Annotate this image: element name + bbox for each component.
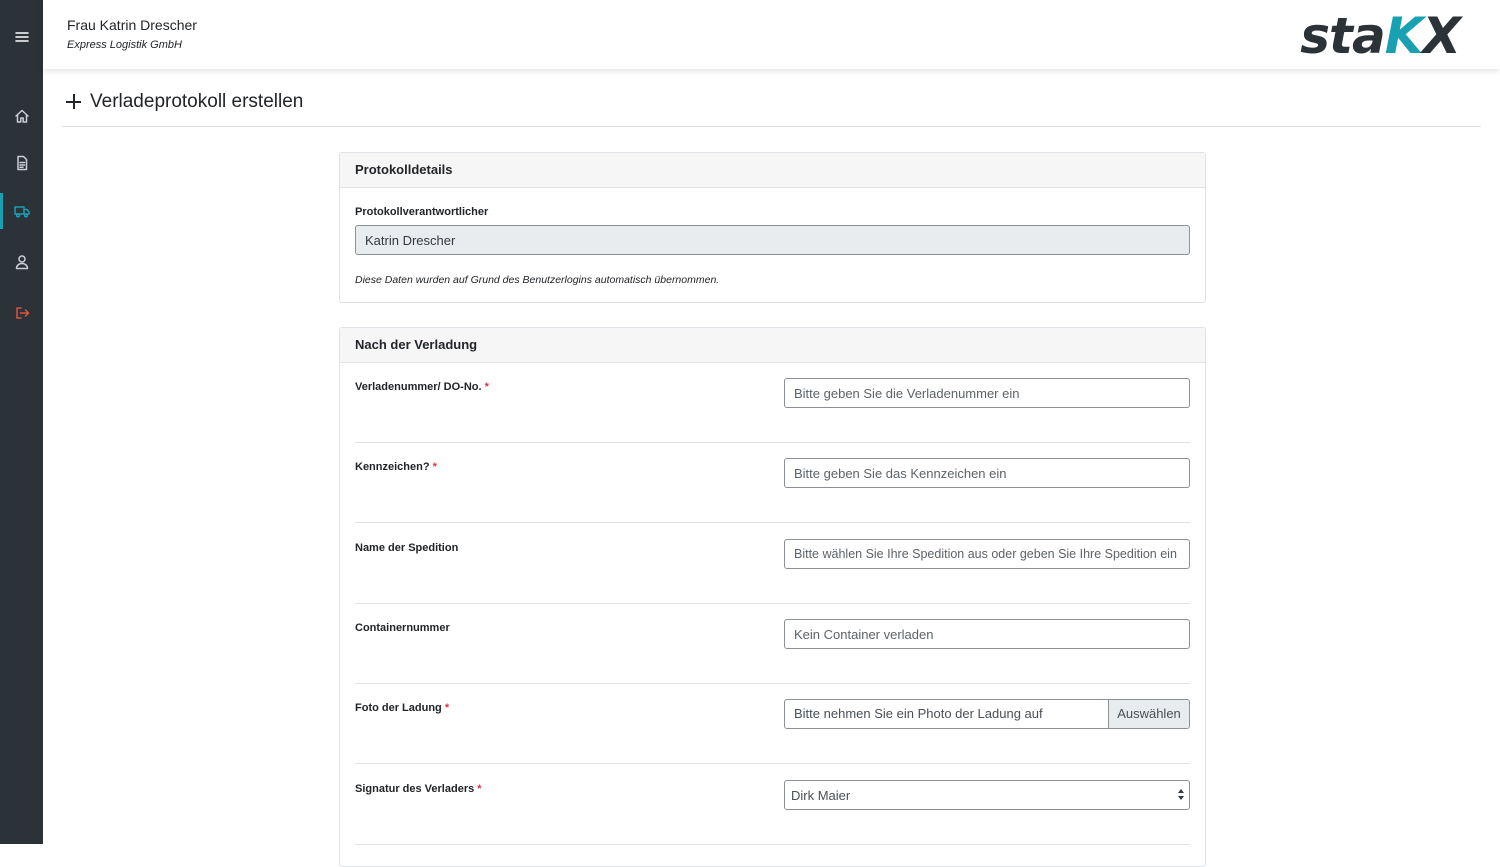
license-plate-input[interactable] (784, 458, 1190, 488)
loader-signature-select[interactable]: Dirk Maier (784, 780, 1190, 810)
sidebar-item-documents[interactable] (0, 145, 43, 181)
protocol-details-header: Protokolldetails (340, 153, 1205, 188)
sidebar-item-logout[interactable] (0, 295, 43, 331)
document-icon (16, 155, 27, 171)
menu-icon (14, 32, 29, 42)
container-number-label: Containernummer (355, 622, 450, 634)
select-arrows-icon (1177, 788, 1185, 802)
sidebar-item-loading[interactable] (0, 193, 43, 229)
cargo-photo-file-input[interactable]: Bitte nehmen Sie ein Photo der Ladung au… (784, 699, 1190, 729)
home-icon (14, 109, 29, 123)
form-row-forwarder: Name der Spedition (355, 524, 1190, 604)
responsible-label: Protokollverantwortlicher (355, 206, 489, 218)
required-marker: * (484, 381, 489, 393)
after-loading-header: Nach der Verladung (340, 328, 1205, 363)
sidebar-item-profile[interactable] (0, 244, 43, 280)
cargo-photo-label: Foto der Ladung (355, 702, 442, 714)
auto-filled-note: Diese Daten wurden auf Grund des Benutze… (355, 274, 720, 286)
loader-signature-value: Dirk Maier (791, 788, 851, 803)
required-marker: * (432, 461, 437, 473)
form-row-container-number: Containernummer (355, 604, 1190, 684)
truck-icon (13, 206, 30, 218)
sidebar-item-home[interactable] (0, 98, 43, 134)
user-name: Frau Katrin Drescher (67, 17, 197, 33)
choose-file-button[interactable]: Auswählen (1108, 700, 1189, 728)
loading-number-input[interactable] (784, 378, 1190, 408)
cargo-photo-placeholder[interactable]: Bitte nehmen Sie ein Photo der Ladung au… (785, 700, 1108, 728)
form-row-loader-signature: Signatur des Verladers * Dirk Maier (355, 765, 1190, 845)
sidebar (0, 0, 43, 844)
after-loading-card: Nach der Verladung Verladenummer/ DO-No.… (339, 327, 1206, 867)
top-bar: Frau Katrin Drescher Express Logistik Gm… (43, 0, 1500, 69)
user-company: Express Logistik GmbH (67, 39, 182, 51)
license-plate-label: Kennzeichen? (355, 461, 430, 473)
plus-icon (66, 94, 81, 109)
form-row-license-plate: Kennzeichen? * (355, 443, 1190, 523)
required-marker: * (444, 702, 450, 714)
page-heading: Verladeprotokoll erstellen (62, 84, 1481, 127)
logout-icon (15, 307, 29, 319)
menu-button[interactable] (0, 19, 43, 55)
forwarder-input[interactable] (784, 539, 1190, 569)
required-marker: * (477, 783, 482, 795)
form-row-cargo-photo: Foto der Ladung * Bitte nehmen Sie ein P… (355, 684, 1190, 764)
page-title: Verladeprotokoll erstellen (90, 91, 304, 112)
form-row-loading-number: Verladenummer/ DO-No. * (355, 363, 1190, 443)
stakx-logo: staKX (1300, 7, 1461, 65)
loader-signature-label: Signatur des Verladers (355, 783, 475, 795)
responsible-field (355, 225, 1190, 255)
loading-number-label: Verladenummer/ DO-No. (355, 381, 482, 393)
forwarder-label: Name der Spedition (355, 542, 459, 554)
container-number-input[interactable] (784, 619, 1190, 649)
protocol-details-card: Protokolldetails Protokollverantwortlich… (339, 152, 1206, 303)
user-icon (15, 255, 28, 270)
